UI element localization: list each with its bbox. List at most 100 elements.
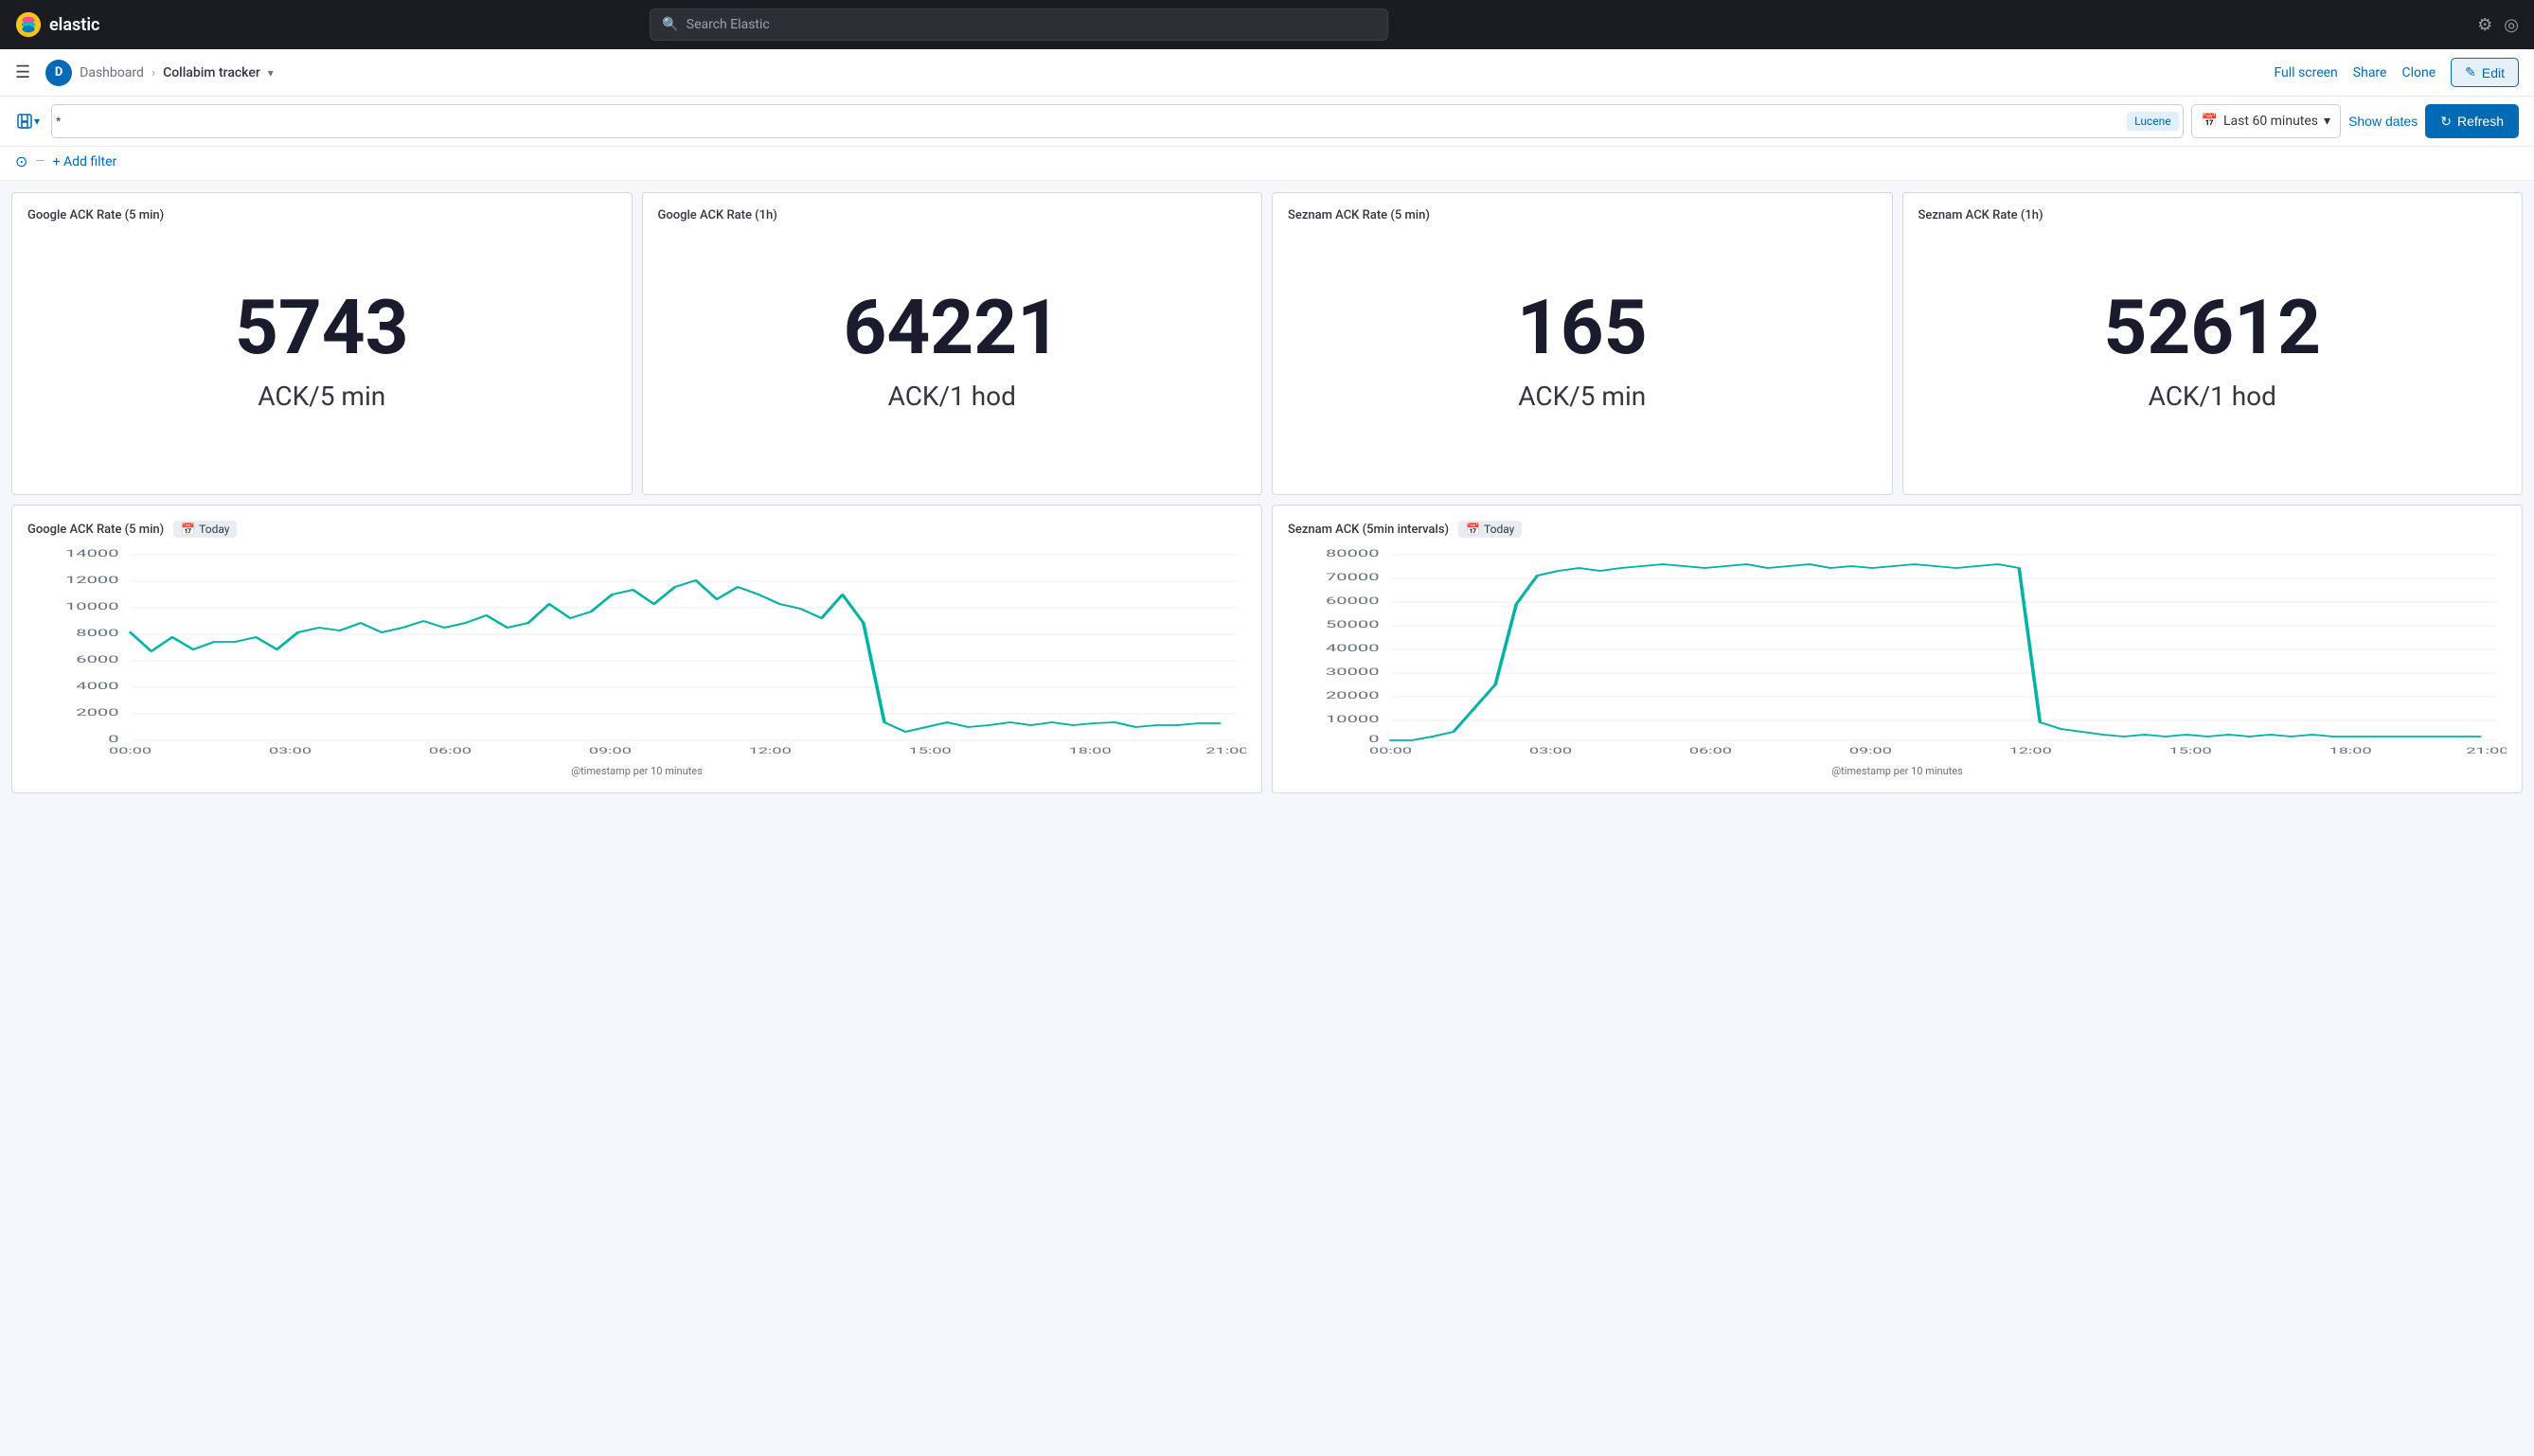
filter-icon[interactable]: ⊙	[15, 152, 27, 170]
refresh-button[interactable]: ↻ Refresh	[2425, 104, 2519, 138]
share-link[interactable]: Share	[2353, 65, 2387, 80]
top-actions: Full screen Share Clone ✎ Edit	[2274, 58, 2519, 87]
svg-text:10000: 10000	[1326, 714, 1380, 725]
metric-label-2: ACK/5 min	[1518, 381, 1646, 412]
chart-header-google: Google ACK Rate (5 min) 📅 Today	[27, 521, 1246, 538]
breadcrumb-separator: ›	[152, 65, 155, 80]
svg-text:15:00: 15:00	[909, 746, 952, 755]
metric-value-wrap-2: 165 ACK/5 min	[1288, 222, 1877, 479]
metric-card-seznam-1h: Seznam ACK Rate (1h) 52612 ACK/1 hod	[1902, 192, 2524, 495]
add-filter-bar: ⊙ — + Add filter	[0, 147, 2534, 181]
user-menu-icon[interactable]: ◎	[2504, 15, 2519, 35]
chart-title-seznam: Seznam ACK (5min intervals)	[1288, 523, 1449, 537]
search-icon: 🔍	[662, 17, 678, 32]
svg-text:21:00: 21:00	[2466, 746, 2507, 755]
fullscreen-link[interactable]: Full screen	[2274, 65, 2337, 80]
svg-text:0: 0	[108, 734, 118, 745]
svg-text:14000: 14000	[65, 548, 119, 559]
top-navigation: elastic 🔍 Search Elastic ⚙ ◎	[0, 0, 2534, 49]
svg-text:40000: 40000	[1326, 643, 1380, 654]
calendar-icon-seznam: 📅	[1466, 523, 1480, 536]
metric-title-3: Seznam ACK Rate (1h)	[1918, 208, 2507, 222]
metric-card-seznam-5min: Seznam ACK Rate (5 min) 165 ACK/5 min	[1272, 192, 1893, 495]
metric-row: Google ACK Rate (5 min) 5743 ACK/5 min G…	[11, 192, 2523, 495]
svg-text:21:00: 21:00	[1205, 746, 1246, 755]
chart-row: Google ACK Rate (5 min) 📅 Today 14000 12…	[11, 505, 2523, 793]
show-dates-button[interactable]: Show dates	[2348, 114, 2418, 129]
edit-button[interactable]: ✎ Edit	[2451, 58, 2519, 87]
svg-text:80000: 80000	[1326, 548, 1380, 559]
breadcrumb-current: Collabim tracker	[163, 65, 260, 80]
metric-value-1: 64221	[844, 290, 1062, 365]
svg-text:20000: 20000	[1326, 690, 1380, 701]
save-query-icon[interactable]: ▾	[15, 112, 40, 131]
nav-icons: ⚙ ◎	[2477, 15, 2519, 35]
menu-toggle-icon[interactable]: ☰	[15, 62, 30, 82]
time-picker[interactable]: 📅 Last 60 minutes ▾	[2191, 104, 2341, 138]
refresh-label: Refresh	[2457, 114, 2504, 129]
pencil-icon: ✎	[2465, 64, 2476, 80]
today-badge-google[interactable]: 📅 Today	[173, 521, 237, 538]
svg-text:03:00: 03:00	[1529, 746, 1572, 755]
chart-card-seznam: Seznam ACK (5min intervals) 📅 Today 8000…	[1272, 505, 2523, 793]
chart-seznam-svg: 80000 70000 60000 50000 40000 30000 2000…	[1288, 547, 2507, 755]
metric-value-wrap-3: 52612 ACK/1 hod	[1918, 222, 2507, 479]
calendar-icon: 📅	[2202, 114, 2218, 129]
metric-label-1: ACK/1 hod	[888, 381, 1016, 412]
svg-text:50000: 50000	[1326, 619, 1380, 630]
breadcrumb-dashboard[interactable]: Dashboard	[80, 65, 144, 80]
svg-text:70000: 70000	[1326, 572, 1380, 583]
svg-text:18:00: 18:00	[2329, 746, 2372, 755]
svg-text:0: 0	[1368, 734, 1379, 745]
svg-text:2000: 2000	[76, 707, 118, 719]
metric-value-3: 52612	[2104, 290, 2322, 365]
search-placeholder: Search Elastic	[687, 17, 770, 32]
chart-google-svg: 14000 12000 10000 8000 6000 4000 2000 0 …	[27, 547, 1246, 755]
metric-value-wrap-0: 5743 ACK/5 min	[27, 222, 616, 479]
metric-value-2: 165	[1517, 290, 1648, 365]
svg-text:09:00: 09:00	[589, 746, 632, 755]
filter-bar: ▾ Lucene 📅 Last 60 minutes ▾ Show dates …	[0, 97, 2534, 147]
svg-text:03:00: 03:00	[269, 746, 312, 755]
query-input-wrap[interactable]: Lucene	[51, 104, 2184, 138]
metric-card-google-5min: Google ACK Rate (5 min) 5743 ACK/5 min	[11, 192, 633, 495]
metric-title-2: Seznam ACK Rate (5 min)	[1288, 208, 1877, 222]
save-dropdown-icon[interactable]: ▾	[34, 115, 40, 128]
svg-text:12000: 12000	[65, 575, 119, 586]
svg-text:06:00: 06:00	[429, 746, 472, 755]
today-label-seznam: Today	[1484, 523, 1514, 536]
elastic-wordmark: elastic	[49, 15, 99, 35]
metric-title-0: Google ACK Rate (5 min)	[27, 208, 616, 222]
svg-text:60000: 60000	[1326, 595, 1380, 607]
settings-icon[interactable]: ⚙	[2477, 15, 2492, 35]
svg-text:06:00: 06:00	[1689, 746, 1732, 755]
svg-text:15:00: 15:00	[2169, 746, 2212, 755]
clone-link[interactable]: Clone	[2401, 65, 2436, 80]
add-filter-link[interactable]: + Add filter	[53, 154, 117, 169]
elastic-logo[interactable]: elastic	[15, 11, 99, 38]
metric-value-wrap-1: 64221 ACK/1 hod	[658, 222, 1247, 479]
metric-title-1: Google ACK Rate (1h)	[658, 208, 1247, 222]
global-search-bar[interactable]: 🔍 Search Elastic	[650, 9, 1388, 41]
breadcrumb-dropdown-icon[interactable]: ▾	[268, 66, 274, 80]
today-badge-seznam[interactable]: 📅 Today	[1458, 521, 1522, 538]
filter-separator: —	[35, 154, 45, 169]
svg-text:6000: 6000	[76, 654, 118, 666]
chart-footer-google: @timestamp per 10 minutes	[27, 765, 1246, 777]
time-dropdown-icon: ▾	[2324, 114, 2330, 129]
chart-title-google: Google ACK Rate (5 min)	[27, 523, 164, 537]
time-label: Last 60 minutes	[2223, 114, 2318, 129]
svg-text:4000: 4000	[76, 681, 118, 692]
metric-card-google-1h: Google ACK Rate (1h) 64221 ACK/1 hod	[642, 192, 1263, 495]
svg-text:18:00: 18:00	[1069, 746, 1112, 755]
metric-value-0: 5743	[235, 290, 409, 365]
svg-text:12:00: 12:00	[749, 746, 792, 755]
chart-header-seznam: Seznam ACK (5min intervals) 📅 Today	[1288, 521, 2507, 538]
refresh-icon: ↻	[2440, 114, 2452, 130]
svg-text:00:00: 00:00	[109, 746, 152, 755]
lucene-badge[interactable]: Lucene	[2127, 112, 2178, 131]
svg-text:10000: 10000	[65, 601, 119, 613]
svg-text:00:00: 00:00	[1369, 746, 1412, 755]
query-input[interactable]	[52, 114, 2127, 129]
metric-label-3: ACK/1 hod	[2149, 381, 2276, 412]
